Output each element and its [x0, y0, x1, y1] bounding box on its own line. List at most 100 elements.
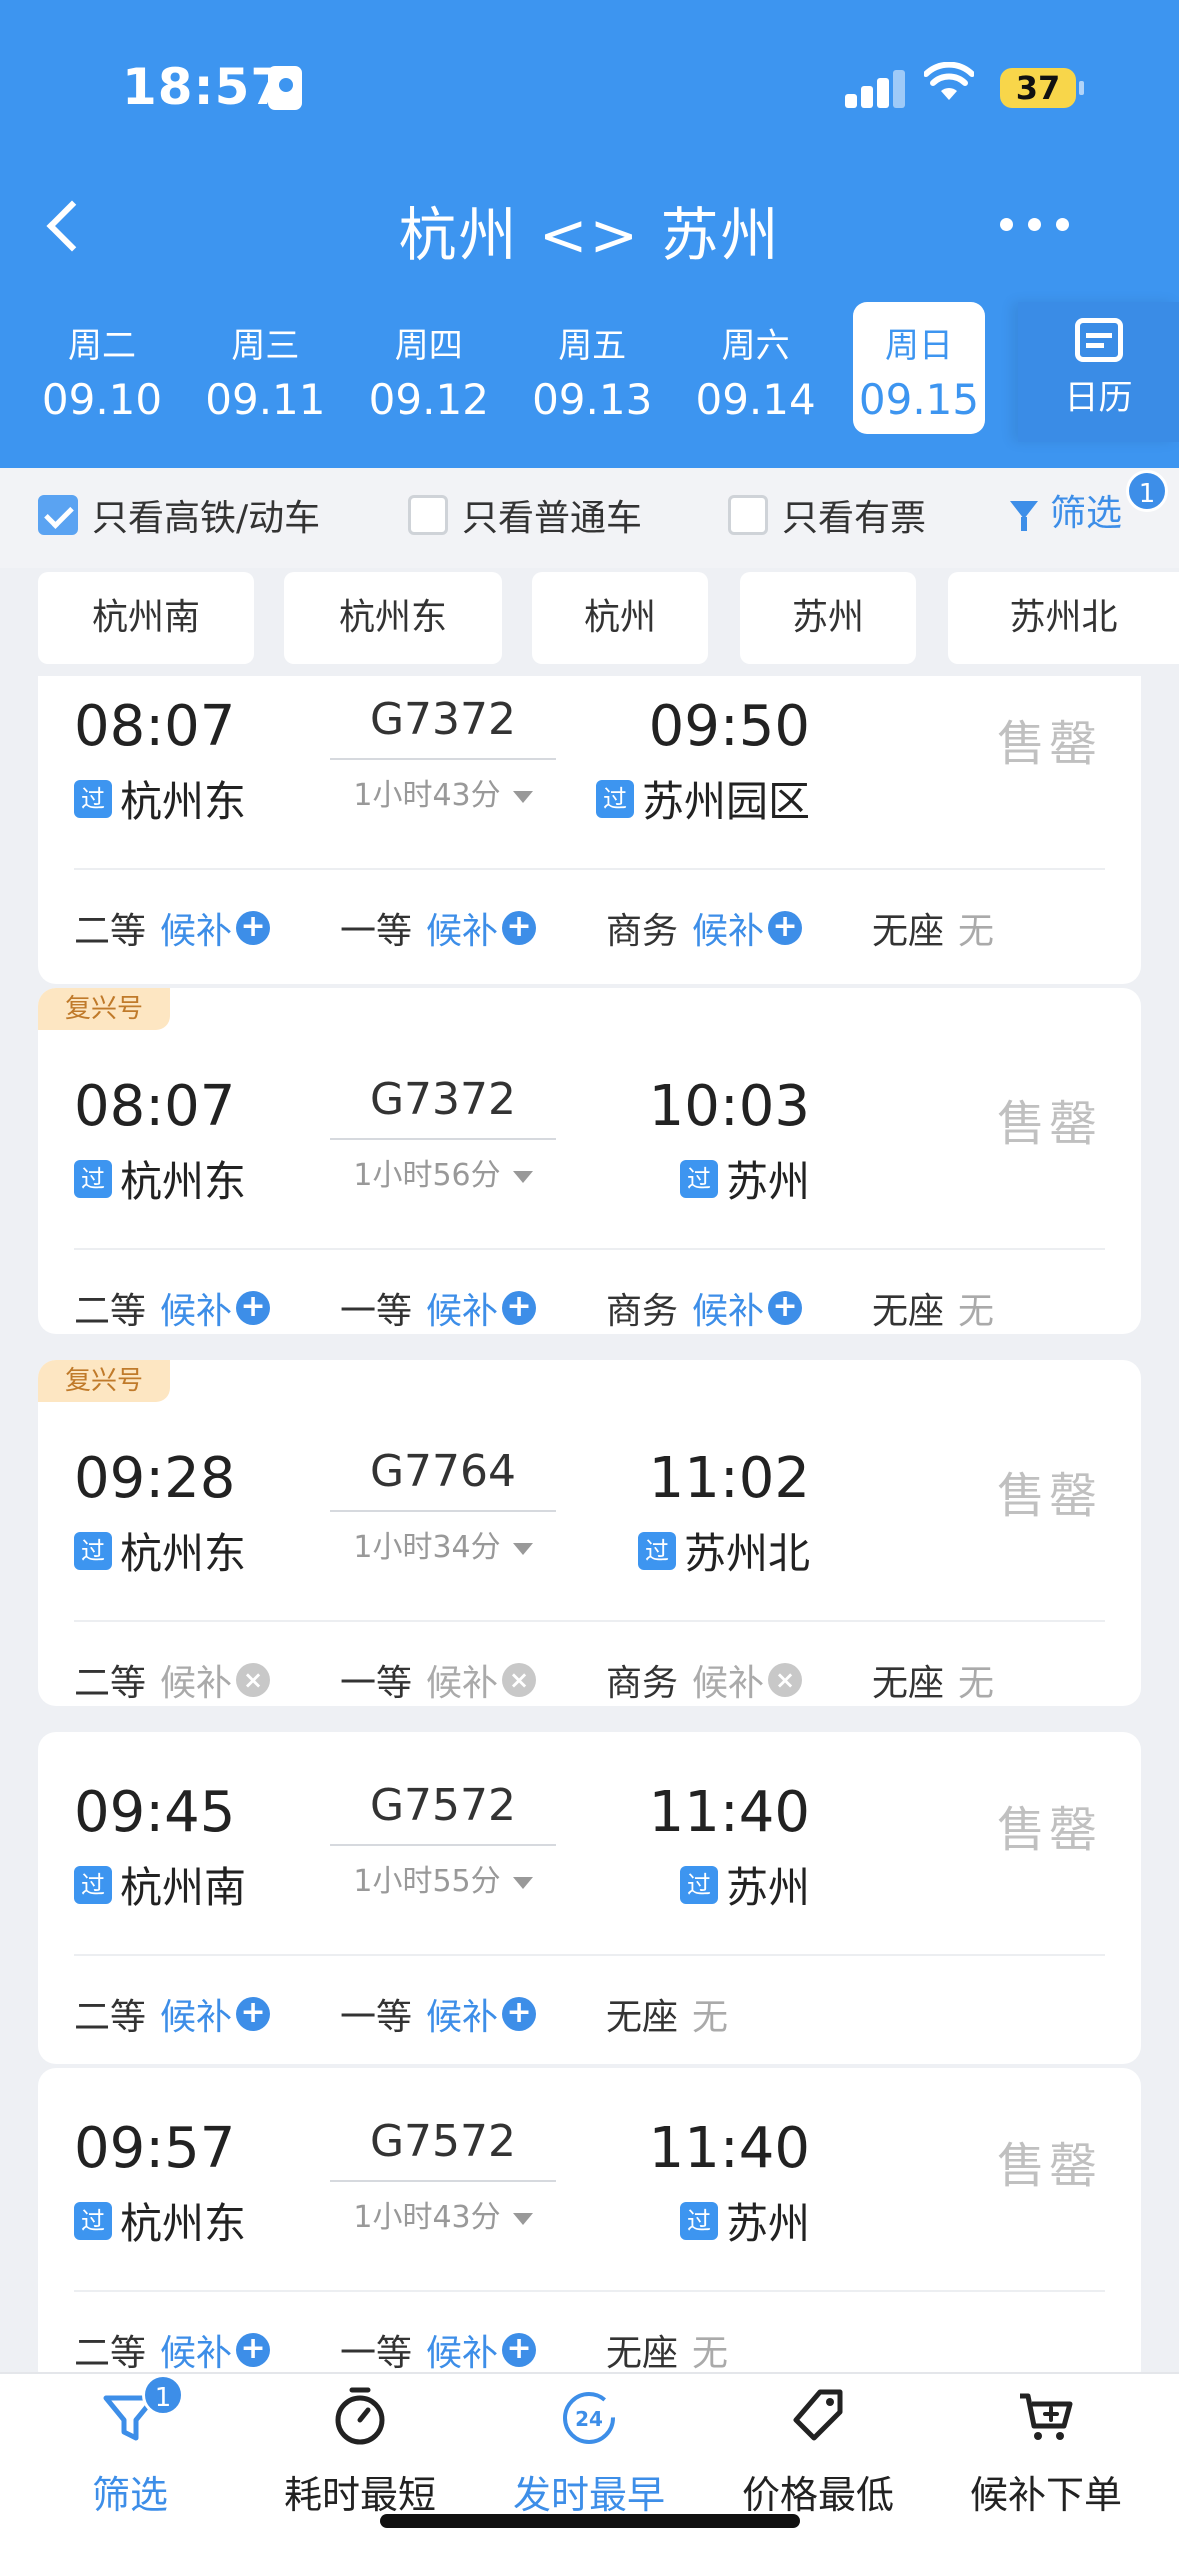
seat-class: 二等 — [74, 911, 147, 952]
station-chip[interactable]: 杭州南 — [38, 572, 254, 664]
seat-option[interactable]: 二等 候补 + — [74, 2324, 271, 2376]
high-speed-checkbox[interactable]: 只看高铁/动车 — [38, 492, 321, 539]
date-tab[interactable]: 周四 09.12 — [363, 302, 495, 434]
seat-option[interactable]: 二等 候补 + — [74, 1282, 271, 1334]
seat-availability: 无 — [958, 1663, 995, 1704]
departure-time: 09:28 — [74, 1446, 236, 1511]
seat-option[interactable]: 商务 候补 + — [606, 1282, 803, 1334]
divider — [74, 1620, 1105, 1622]
seat-option[interactable]: 无座无 — [872, 1282, 994, 1334]
price-tag-icon — [708, 2384, 928, 2448]
date-weekday: 周日 — [885, 326, 953, 366]
waitlist-order-button[interactable]: 候补下单 — [936, 2384, 1156, 2519]
seat-option[interactable]: 二等 候补 × — [74, 1654, 271, 1706]
station-chip[interactable]: 杭州 — [532, 572, 708, 664]
calendar-button[interactable]: 日历 — [1018, 302, 1179, 442]
sort-cheapest-button[interactable]: 价格最低 — [708, 2384, 928, 2519]
seat-option[interactable]: 无座无 — [872, 902, 994, 954]
seat-availability: 候补 — [426, 1291, 499, 1332]
sort-shortest-button[interactable]: 耗时最短 — [250, 2384, 470, 2519]
id-card-icon — [268, 66, 302, 110]
seat-availability: 候补 — [692, 911, 765, 952]
soldout-label: 售罄 — [996, 716, 1101, 772]
seat-availability: 候补 — [426, 1663, 499, 1704]
station-chip[interactable]: 杭州东 — [284, 572, 502, 664]
train-card[interactable]: 复兴号 08:07 G7372 1小时56分 10:03 过杭州东过苏州 售罄 二等 候补 + 一等… — [38, 988, 1141, 1334]
normal-train-label: 只看普通车 — [462, 498, 643, 539]
seat-option[interactable]: 二等 候补 + — [74, 902, 271, 954]
arrival-station: 过苏州 — [679, 1148, 810, 1209]
sort-earliest-button[interactable]: 24 发时最早 — [479, 2384, 699, 2519]
duration[interactable]: 1小时43分 — [330, 770, 556, 814]
seat-option[interactable]: 一等 候补 + — [340, 2324, 537, 2376]
seat-option[interactable]: 一等 候补 + — [340, 1988, 537, 2040]
seat-class: 无座 — [606, 1997, 679, 2038]
seat-availability: 无 — [692, 2333, 729, 2374]
available-checkbox[interactable]: 只看有票 — [728, 492, 927, 539]
seat-option[interactable]: 无座无 — [606, 2324, 728, 2376]
train-route-line — [330, 2180, 556, 2182]
sort-earliest-label: 发时最早 — [512, 2473, 665, 2517]
seat-option[interactable]: 无座无 — [872, 1654, 994, 1706]
seat-option[interactable]: 一等 候补 + — [340, 1282, 537, 1334]
train-number: G7764 — [369, 1446, 517, 1497]
date-weekday: 周五 — [558, 326, 627, 366]
pass-icon: 过 — [74, 1531, 112, 1570]
plus-icon: + — [502, 2333, 537, 2367]
signal-icon — [845, 68, 905, 108]
checkbox-icon — [728, 495, 768, 535]
train-card[interactable]: 复兴号 09:28 G7764 1小时34分 11:02 过杭州东过苏州北 售罄 二等 候补 × 一… — [38, 1360, 1141, 1706]
train-card[interactable]: 09:45 G7572 1小时55分 11:40 过杭州南过苏州 售罄 二等 候补 + 一等 候补 +… — [38, 1732, 1141, 2064]
seat-option[interactable]: 一等 候补 × — [340, 1654, 537, 1706]
departure-station: 过杭州东 — [74, 768, 246, 829]
filter-button[interactable]: 筛选 — [1010, 484, 1122, 536]
departure-station: 过杭州东 — [74, 1520, 246, 1581]
plus-icon: + — [502, 1291, 537, 1325]
seat-class: 无座 — [872, 1663, 945, 1704]
seat-availability: 候补 — [160, 2333, 233, 2374]
soldout-label: 售罄 — [996, 1802, 1101, 1858]
duration[interactable]: 1小时34分 — [330, 1522, 556, 1566]
date-tab[interactable]: 周三 09.11 — [199, 302, 331, 434]
train-card[interactable]: 08:07 G7372 1小时43分 09:50 过杭州东过苏州园区 售罄 二等 候补 + 一等候… — [38, 676, 1141, 984]
high-speed-label: 只看高铁/动车 — [92, 498, 321, 539]
seat-option[interactable]: 商务 候补 + — [606, 902, 803, 954]
date-tab[interactable]: 周二 09.10 — [36, 302, 168, 434]
soldout-label: 售罄 — [996, 1468, 1101, 1524]
seat-option[interactable]: 无座无 — [606, 1988, 728, 2040]
divider — [74, 1248, 1105, 1250]
seat-option[interactable]: 商务 候补 × — [606, 1654, 803, 1706]
date-tab[interactable]: 周六 09.14 — [690, 302, 822, 434]
pass-icon: 过 — [74, 2201, 112, 2240]
date-weekday: 周六 — [721, 326, 790, 366]
checkbox-checked-icon — [38, 495, 78, 535]
date-value: 09.14 — [695, 375, 816, 424]
date-weekday: 周二 — [68, 326, 136, 366]
seat-availability: 候补 — [426, 2333, 499, 2374]
station-chip[interactable]: 苏州北 — [948, 572, 1179, 664]
seat-class: 无座 — [872, 911, 945, 952]
pass-icon: 过 — [679, 1865, 718, 1904]
seat-class: 二等 — [74, 1291, 147, 1332]
date-value: 09.15 — [858, 375, 980, 424]
train-card[interactable]: 09:57 G7572 1小时43分 11:40 过杭州东过苏州 售罄 二等 候补 + 一等 候补 +… — [38, 2068, 1141, 2388]
date-value: 09.11 — [205, 375, 326, 424]
duration[interactable]: 1小时56分 — [330, 1150, 556, 1194]
plus-icon: + — [768, 911, 803, 945]
duration[interactable]: 1小时55分 — [330, 1856, 556, 1900]
bottom-filter-button[interactable]: 筛选 — [20, 2384, 240, 2519]
train-number: G7572 — [369, 1780, 517, 1831]
seat-option[interactable]: 一等 候补 + — [340, 902, 537, 954]
date-tab[interactable]: 周五 09.13 — [526, 302, 658, 434]
station-chip[interactable]: 苏州 — [740, 572, 916, 664]
normal-train-checkbox[interactable]: 只看普通车 — [408, 492, 643, 539]
duration[interactable]: 1小时43分 — [330, 2192, 556, 2236]
bottom-filter-label: 筛选 — [91, 2473, 168, 2517]
available-label: 只看有票 — [782, 498, 927, 539]
more-icon[interactable] — [1000, 218, 1070, 232]
seat-option[interactable]: 二等 候补 + — [74, 1988, 271, 2040]
sort-shortest-label: 耗时最短 — [283, 2473, 436, 2517]
plus-icon: + — [502, 911, 537, 945]
seat-class: 一等 — [340, 1291, 413, 1332]
date-tab[interactable]: 周日 09.15 — [853, 302, 985, 434]
